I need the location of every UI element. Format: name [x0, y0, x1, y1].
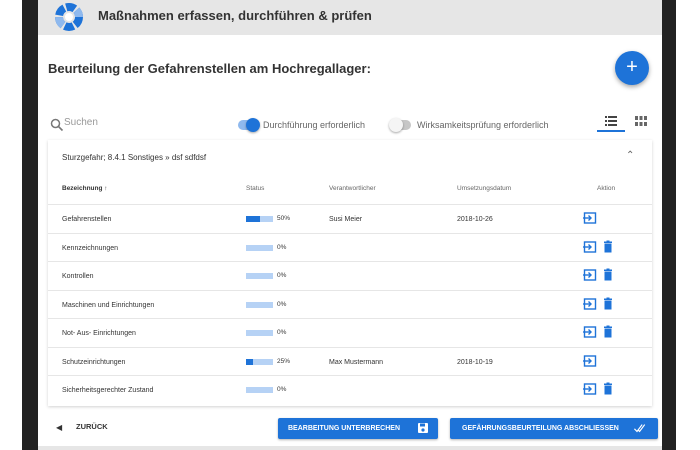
open-entry-icon[interactable] [583, 382, 597, 396]
trash-icon[interactable] [601, 268, 615, 282]
finish-assessment-label: GEFÄHRUNGSBEURTEILUNG ABSCHLIESSEN [462, 425, 619, 432]
table-row: Sicherheitsgerechter Zustand 0% [48, 375, 652, 404]
app-screen: Maßnahmen erfassen, durchführen & prüfen… [38, 0, 662, 450]
measures-table: Gefahrenstellen 50% Susi Meier 2018-10-26 Ke… [48, 204, 652, 404]
progress-bar [246, 358, 273, 365]
table-row: Schutzeinrichtungen 25% Max Mustermann 2018… [48, 346, 652, 376]
app-logo-icon [55, 3, 83, 31]
page-title: Beurteilung der Gefahrenstellen am Hochr… [48, 61, 371, 76]
row-name: Sicherheitsgerechter Zustand [62, 387, 154, 394]
pause-editing-button[interactable]: BEARBEITUNG UNTERBRECHEN [278, 418, 438, 439]
column-header-bezeichnung[interactable]: Bezeichnung ↑ [62, 185, 108, 192]
row-date: 2018-10-26 [457, 216, 493, 223]
grid-view-icon [635, 116, 647, 126]
grid-view-button[interactable] [629, 110, 653, 132]
sort-arrow-up-icon: ↑ [104, 185, 108, 192]
open-entry-icon[interactable] [583, 354, 597, 368]
bottom-edge [38, 446, 662, 450]
row-name: Schutzeinrichtungen [62, 358, 126, 366]
add-measure-button[interactable]: + [615, 51, 649, 85]
progress-bar [246, 330, 273, 336]
list-view-button[interactable] [597, 110, 625, 132]
back-button-label: ZURÜCK [76, 422, 108, 431]
open-entry-icon[interactable] [583, 211, 597, 225]
card-title: Sturzgefahr; 8.4.1 Sonstiges » dsf sdfds… [62, 153, 207, 162]
search-icon [50, 118, 64, 132]
open-entry-icon[interactable] [583, 240, 597, 254]
table-row: Kennzeichnungen 0% [48, 232, 652, 262]
search-input[interactable] [64, 117, 204, 128]
row-name: Maschinen und Einrichtungen [62, 301, 155, 309]
progress-percent: 0% [277, 272, 287, 279]
progress-bar [246, 216, 273, 222]
row-date: 2018-10-19 [457, 358, 493, 366]
toggle-durchfuehrung-label: Durchführung erforderlich [263, 120, 366, 130]
column-header-aktion: Aktion [597, 185, 616, 192]
chevron-up-icon[interactable]: ⌃ [626, 150, 634, 161]
progress-percent: 50% [277, 215, 291, 222]
row-name: Not- Aus- Einrichtungen [62, 330, 136, 337]
progress-percent: 0% [277, 329, 287, 336]
row-name: Kontrollen [62, 273, 94, 280]
progress-percent: 0% [277, 386, 287, 393]
column-header-status: Status [246, 185, 265, 192]
app-header: Maßnahmen erfassen, durchführen & prüfen [38, 0, 662, 35]
row-owner: Susi Meier [329, 216, 363, 223]
open-entry-icon[interactable] [583, 325, 597, 339]
progress-bar-fill [246, 358, 253, 365]
table-header: Bezeichnung ↑ Status Verantwortlicher Um… [48, 180, 652, 202]
footer-bar: ◀ ZURÜCK BEARBEITUNG UNTERBRECHEN GEFÄHR… [38, 410, 662, 446]
table-row: Gefahrenstellen 50% Susi Meier 2018-10-26 [48, 204, 652, 233]
table-row: Not- Aus- Einrichtungen 0% [48, 318, 652, 347]
progress-bar [246, 387, 273, 393]
progress-bar [246, 244, 273, 251]
column-header-bezeichnung-label: Bezeichnung [62, 185, 103, 192]
finish-assessment-button[interactable]: GEFÄHRUNGSBEURTEILUNG ABSCHLIESSEN [450, 418, 658, 439]
filter-toolbar: Durchführung erforderlich Wirksamkeitspr… [38, 110, 662, 140]
trash-icon[interactable] [601, 240, 615, 254]
progress-bar [246, 273, 273, 279]
trash-icon[interactable] [601, 297, 615, 311]
list-view-icon [605, 116, 617, 126]
caret-left-icon: ◀ [56, 423, 63, 432]
progress-percent: 25% [277, 357, 291, 365]
pause-editing-label: BEARBEITUNG UNTERBRECHEN [288, 425, 401, 432]
toggle-wirksamkeitspruefung-label: Wirksamkeitsprüfung erforderlich [417, 120, 549, 130]
column-header-verantwortlicher: Verantwortlicher [329, 185, 376, 192]
column-header-umsetzungsdatum: Umsetzungsdatum [457, 185, 512, 192]
row-name: Gefahrenstellen [62, 216, 112, 223]
trash-icon[interactable] [601, 382, 615, 396]
device-bezel-left [0, 0, 38, 450]
trash-icon[interactable] [601, 325, 615, 339]
open-entry-icon[interactable] [583, 268, 597, 282]
progress-percent: 0% [277, 300, 287, 308]
table-row: Maschinen und Einrichtungen 0% [48, 289, 652, 319]
double-check-icon [634, 424, 646, 433]
row-owner: Max Mustermann [329, 358, 384, 366]
open-entry-icon[interactable] [583, 297, 597, 311]
save-icon [418, 423, 428, 433]
progress-bar-fill [246, 216, 260, 222]
hazard-card: Sturzgefahr; 8.4.1 Sonstiges » dsf sdfds… [48, 140, 652, 406]
app-title: Maßnahmen erfassen, durchführen & prüfen [98, 8, 372, 23]
toggle-wirksamkeitspruefung[interactable] [389, 118, 411, 132]
device-bezel-right [662, 0, 700, 450]
progress-percent: 0% [277, 243, 287, 251]
row-name: Kennzeichnungen [62, 244, 119, 252]
table-row: Kontrollen 0% [48, 261, 652, 290]
toggle-durchfuehrung[interactable] [238, 118, 260, 132]
progress-bar [246, 301, 273, 308]
